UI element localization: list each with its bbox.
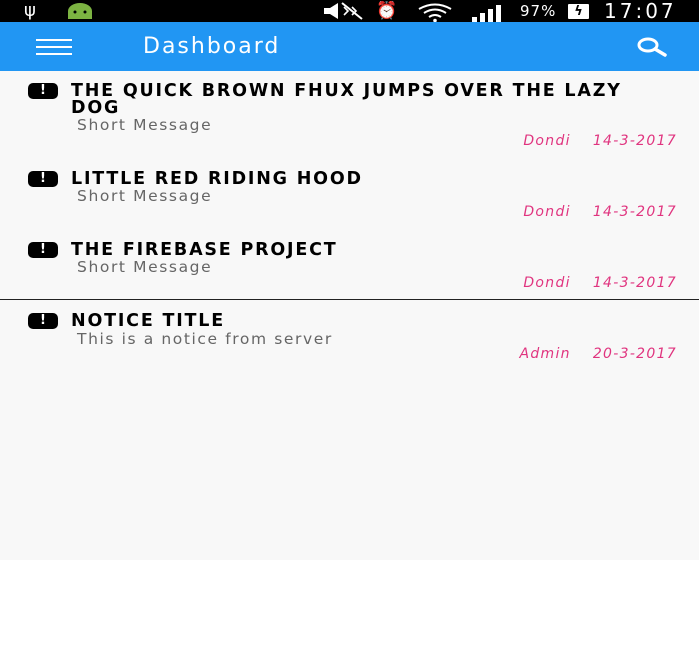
notice-meta: Admin 20-3-2017 (519, 346, 677, 362)
notice-message: Short Message (77, 116, 213, 134)
battery-percentage: 97% (520, 2, 557, 20)
alert-icon: ! (28, 171, 58, 187)
menu-button[interactable] (32, 34, 74, 60)
notice-author: Dondi (523, 275, 571, 291)
wifi-icon (418, 3, 452, 23)
signal-strength-icon (472, 5, 501, 22)
alert-icon: ! (28, 313, 58, 329)
alert-icon: ! (28, 83, 58, 99)
notice-date: 14-3-2017 (592, 275, 677, 291)
alarm-icon: ⏰ (376, 1, 398, 21)
list-item[interactable]: ! THE QUICK BROWN FHUX JUMPS OVER THE LA… (0, 72, 699, 154)
app-bar: Dashboard (0, 22, 699, 71)
clock: 17:07 (604, 0, 677, 23)
page-title: Dashboard (143, 34, 281, 59)
notice-author: Admin (519, 346, 571, 362)
list-item[interactable]: ! NOTICE TITLE This is a notice from ser… (0, 302, 699, 368)
usb-icon: ψ (24, 0, 36, 21)
search-button[interactable] (632, 34, 672, 60)
notice-author: Dondi (523, 204, 571, 220)
notice-meta: Dondi 14-3-2017 (523, 275, 677, 291)
notice-message: Short Message (77, 258, 213, 276)
notice-date: 20-3-2017 (592, 346, 677, 362)
alert-icon: ! (28, 242, 58, 258)
mute-icon (324, 2, 363, 20)
list-item[interactable]: ! LITTLE RED RIDING HOOD Short Message D… (0, 160, 699, 224)
notice-title: THE FIREBASE PROJECT (71, 240, 338, 260)
notice-message: This is a notice from server (77, 330, 333, 348)
divider (0, 299, 699, 300)
notice-author: Dondi (523, 133, 571, 149)
android-notification-icon (68, 3, 92, 19)
notice-title: LITTLE RED RIDING HOOD (71, 169, 363, 189)
list-item[interactable]: ! THE FIREBASE PROJECT Short Message Don… (0, 231, 699, 297)
notice-meta: Dondi 14-3-2017 (523, 133, 677, 149)
notice-meta: Dondi 14-3-2017 (523, 204, 677, 220)
battery-charging-icon: ϟ (568, 4, 589, 19)
notice-message: Short Message (77, 187, 213, 205)
notice-title: NOTICE TITLE (71, 311, 225, 331)
notice-date: 14-3-2017 (592, 204, 677, 220)
search-icon (637, 37, 667, 57)
notice-date: 14-3-2017 (592, 133, 677, 149)
notice-title: THE QUICK BROWN FHUX JUMPS OVER THE LAZY… (71, 81, 622, 118)
status-bar: ψ ⏰ 97% ϟ 17:07 (0, 0, 699, 23)
